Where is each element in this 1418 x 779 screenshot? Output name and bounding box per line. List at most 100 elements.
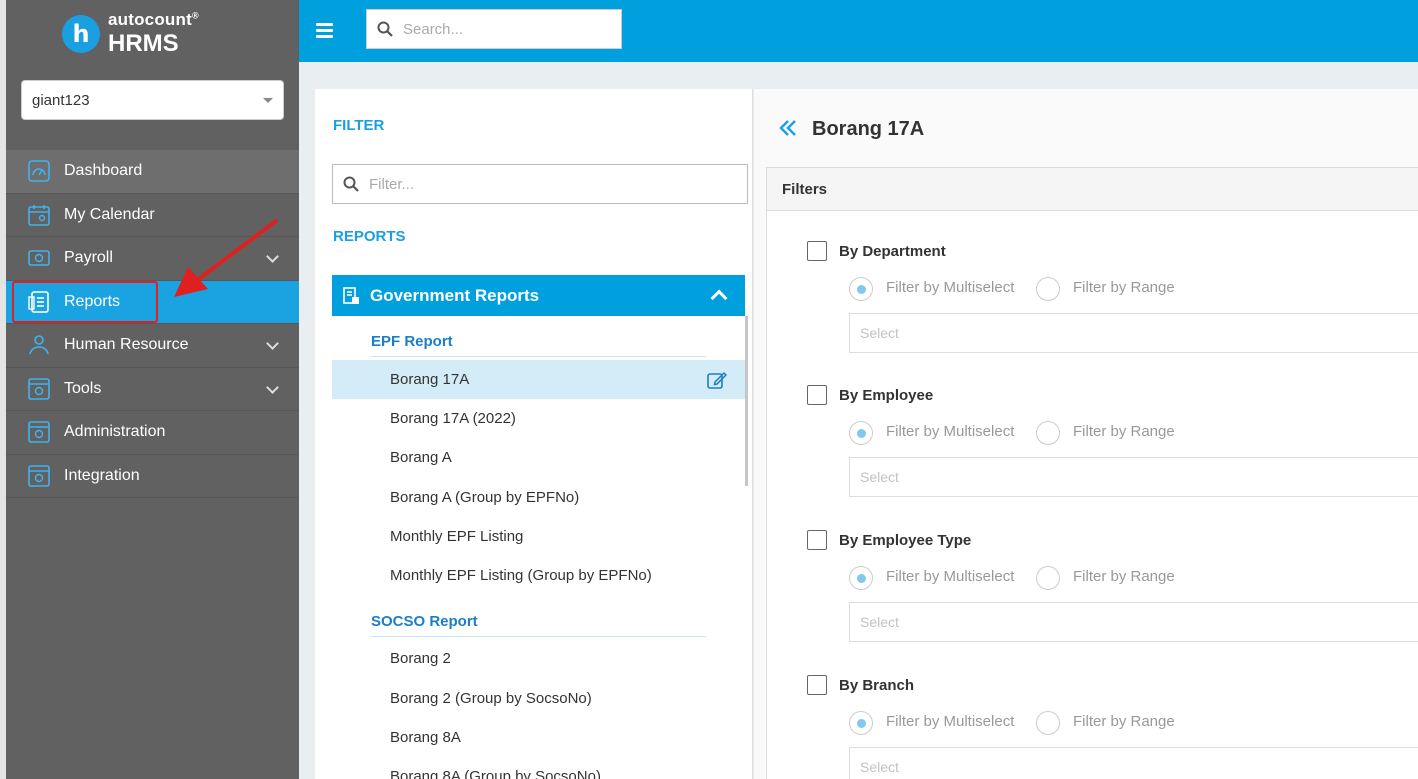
nav-item-administration[interactable]: Administration <box>6 411 299 455</box>
radio-label-range: Filter by Range <box>1073 423 1175 440</box>
filter-checkbox[interactable] <box>807 385 827 405</box>
report-item-monthly-epf-listing[interactable]: Monthly EPF Listing <box>332 517 745 556</box>
chevron-up-icon[interactable] <box>710 289 728 307</box>
radio-filter-range[interactable] <box>1036 277 1060 301</box>
select-placeholder: Select <box>860 614 899 630</box>
report-item-label: Borang 17A <box>390 371 470 388</box>
radio-filter-range[interactable] <box>1036 566 1060 590</box>
filter-label: By Employee <box>839 387 934 404</box>
nav-item-human-resource[interactable]: Human Resource <box>6 324 299 368</box>
report-filter-input[interactable] <box>369 175 549 193</box>
report-item-monthly-epf-listing-group[interactable]: Monthly EPF Listing (Group by EPFNo) <box>332 556 745 595</box>
report-item-label: Monthly EPF Listing <box>390 528 524 545</box>
logo-wordmark-bottom: HRMS <box>108 30 179 57</box>
socso-report-heading: SOCSO Report <box>371 613 706 637</box>
group-label: Government Reports <box>370 285 540 305</box>
report-item-label: Borang A (Group by EPFNo) <box>390 489 580 506</box>
app-logo[interactable]: h autocount® HRMS <box>62 10 199 57</box>
logo-wordmark-top: autocount <box>108 10 192 29</box>
report-item-borang-2-group[interactable]: Borang 2 (Group by SocsoNo) <box>332 679 745 718</box>
select-input[interactable]: Select <box>849 602 1418 642</box>
administration-icon <box>28 421 50 444</box>
report-item-borang-17a[interactable]: Borang 17A <box>332 360 745 399</box>
nav-label-my-calendar: My Calendar <box>64 205 155 223</box>
radio-filter-multiselect[interactable] <box>849 711 873 735</box>
radio-label-range: Filter by Range <box>1073 279 1175 296</box>
search-icon <box>377 21 393 37</box>
filter-label: By Department <box>839 243 946 260</box>
radio-label-range: Filter by Range <box>1073 568 1175 585</box>
radio-label-multiselect: Filter by Multiselect <box>886 568 1015 585</box>
radio-filter-multiselect[interactable] <box>849 421 873 445</box>
select-placeholder: Select <box>860 469 899 485</box>
filter-label: By Employee Type <box>839 532 972 549</box>
filters-header: Filters <box>767 168 1418 211</box>
radio-label-range: Filter by Range <box>1073 713 1175 730</box>
nav-label-tools: Tools <box>64 379 102 397</box>
report-item-label: Monthly EPF Listing (Group by EPFNo) <box>390 567 652 584</box>
report-list-panel: FILTER REPORTS Government Reports EPF Re… <box>315 89 753 779</box>
double-chevron-left-icon[interactable] <box>779 119 797 137</box>
report-item-label: Borang A <box>390 449 452 466</box>
calendar-icon <box>28 204 50 226</box>
report-item-borang-a[interactable]: Borang A <box>332 438 745 477</box>
select-placeholder: Select <box>860 759 899 775</box>
select-input[interactable]: Select <box>849 313 1418 353</box>
search-icon <box>343 176 359 192</box>
report-item-borang-2[interactable]: Borang 2 <box>332 639 745 678</box>
scrollbar[interactable] <box>745 316 748 486</box>
group-government-reports[interactable]: Government Reports <box>332 275 745 316</box>
global-search[interactable] <box>366 9 622 49</box>
company-select-value: giant123 <box>32 91 90 109</box>
nav-item-dashboard[interactable]: Dashboard <box>6 150 299 194</box>
report-item-borang-8a[interactable]: Borang 8A <box>332 718 745 757</box>
report-item-borang-8a-group[interactable]: Borang 8A (Group by SocsoNo) <box>332 757 745 779</box>
nav-label-dashboard: Dashboard <box>64 162 143 180</box>
report-item-borang-a-group[interactable]: Borang A (Group by EPFNo) <box>332 478 745 517</box>
filter-checkbox[interactable] <box>807 530 827 550</box>
nav-item-integration[interactable]: Integration <box>6 455 299 498</box>
report-filter[interactable] <box>332 164 748 204</box>
chevron-down-icon <box>266 380 279 394</box>
integration-icon <box>28 464 50 487</box>
report-detail-panel: Borang 17A Filters By Department Filter … <box>754 89 1418 779</box>
epf-report-heading: EPF Report <box>371 333 706 357</box>
logo-registered-mark: ® <box>191 10 199 21</box>
report-item-label: Borang 2 <box>390 650 451 667</box>
nav-item-tools[interactable]: Tools <box>6 368 299 411</box>
main-nav: Dashboard My Calendar Payroll Reports Hu… <box>6 150 299 498</box>
company-select[interactable]: giant123 <box>21 80 284 120</box>
radio-filter-multiselect[interactable] <box>849 566 873 590</box>
nav-label-administration: Administration <box>64 423 166 441</box>
report-item-label: Borang 8A <box>390 729 461 746</box>
edit-icon[interactable] <box>707 371 727 389</box>
radio-filter-range[interactable] <box>1036 711 1060 735</box>
radio-label-multiselect: Filter by Multiselect <box>886 713 1015 730</box>
report-item-label: Borang 17A (2022) <box>390 410 516 427</box>
search-input[interactable] <box>403 20 583 38</box>
menu-toggle-icon[interactable] <box>316 23 333 41</box>
report-item-label: Borang 8A (Group by SocsoNo) <box>390 768 601 779</box>
radio-filter-multiselect[interactable] <box>849 277 873 301</box>
filter-label: By Branch <box>839 677 915 694</box>
reports-section-title: REPORTS <box>333 228 406 245</box>
report-group-icon <box>343 286 359 304</box>
nav-label-payroll: Payroll <box>64 249 113 267</box>
nav-label-integration: Integration <box>64 466 140 484</box>
select-input[interactable]: Select <box>849 747 1418 779</box>
top-bar <box>299 0 1418 62</box>
sidebar: h autocount® HRMS giant123 Dashboard My … <box>0 0 299 779</box>
report-item-borang-17a-2022[interactable]: Borang 17A (2022) <box>332 399 745 438</box>
tools-icon <box>28 377 50 400</box>
annotation-highlight-box <box>12 281 158 323</box>
filter-checkbox[interactable] <box>807 675 827 695</box>
filter-section-title: FILTER <box>333 117 385 134</box>
select-input[interactable]: Select <box>849 457 1418 497</box>
filter-checkbox[interactable] <box>807 241 827 261</box>
annotation-arrow-icon <box>174 219 278 297</box>
radio-filter-range[interactable] <box>1036 421 1060 445</box>
caret-down-icon <box>263 97 273 103</box>
nav-label-human-resource: Human Resource <box>64 336 189 354</box>
page-title: Borang 17A <box>812 118 925 140</box>
radio-label-multiselect: Filter by Multiselect <box>886 423 1015 440</box>
